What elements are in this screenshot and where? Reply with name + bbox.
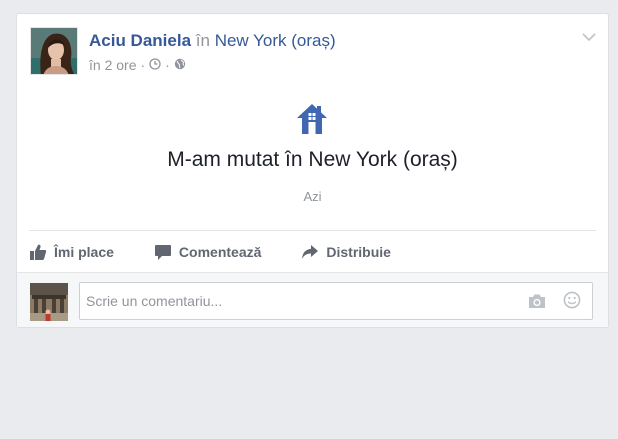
post-headline: Aciu Daniela în New York (oraș) <box>89 31 336 51</box>
meta-separator: · <box>140 57 146 73</box>
share-button[interactable]: Distribuie <box>301 243 391 261</box>
life-event-date: Azi <box>303 189 322 204</box>
comment-label: Comentează <box>178 244 262 260</box>
like-button[interactable]: Îmi place <box>29 243 114 261</box>
author-name[interactable]: Aciu Daniela <box>89 31 191 50</box>
headline-connector: în <box>195 31 210 50</box>
divider <box>29 230 596 231</box>
comment-button[interactable]: Comentează <box>154 243 261 261</box>
author-avatar[interactable] <box>30 27 78 75</box>
like-label: Îmi place <box>54 244 114 260</box>
post-card: Aciu Daniela în New York (oraș) în 2 ore… <box>16 13 609 328</box>
meta-separator: · <box>165 57 170 73</box>
camera-icon[interactable] <box>528 293 546 314</box>
globe-icon[interactable] <box>174 57 186 73</box>
action-bar: Îmi place Comentează Distribuie <box>29 238 431 266</box>
place-link[interactable]: New York (oraș) <box>215 31 336 50</box>
life-event-title[interactable]: M-am mutat în New York (oraș) <box>17 148 608 172</box>
house-icon <box>295 102 329 136</box>
comment-input[interactable] <box>80 283 516 319</box>
post-timestamp[interactable]: în 2 ore <box>89 57 136 73</box>
share-icon <box>301 243 319 261</box>
comment-section <box>17 272 608 327</box>
emoji-icon[interactable] <box>563 291 581 314</box>
comment-icon <box>154 243 172 261</box>
clock-icon <box>149 57 161 73</box>
thumbs-up-icon <box>29 243 47 261</box>
post-meta: în 2 ore · · <box>89 57 186 73</box>
share-label: Distribuie <box>326 244 391 260</box>
chevron-down-icon[interactable] <box>582 29 596 42</box>
commenter-avatar[interactable] <box>30 283 68 321</box>
comment-box <box>79 282 593 320</box>
